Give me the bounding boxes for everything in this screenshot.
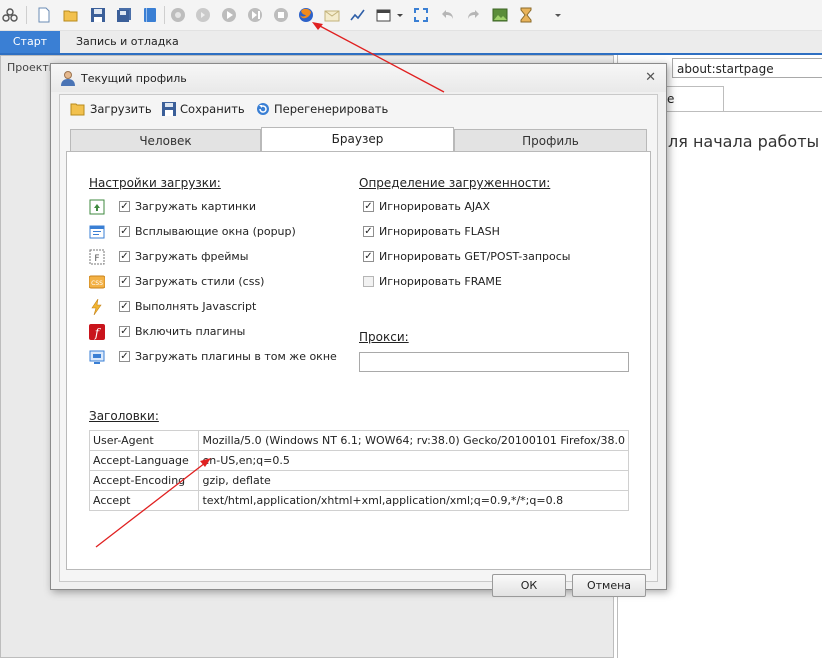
arrowhead <box>312 22 323 30</box>
arrow-to-firefox-icon <box>317 24 445 93</box>
annotation-arrows <box>95 22 445 548</box>
arrow-to-accept-language <box>95 462 206 548</box>
